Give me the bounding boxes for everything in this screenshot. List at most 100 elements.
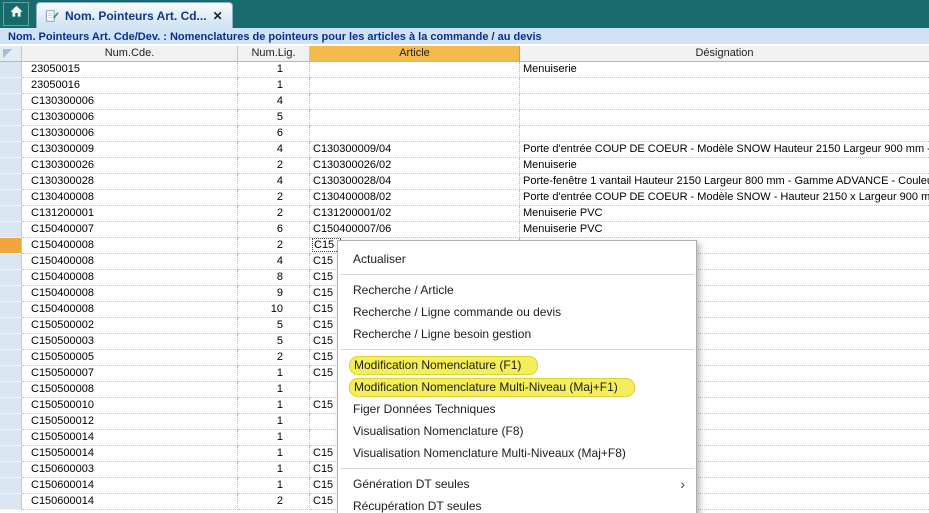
cell-num-cde[interactable]: C130300006 xyxy=(22,94,238,110)
context-menu-item[interactable]: Figer Données Techniques xyxy=(338,398,696,420)
cell-num-lig[interactable]: 1 xyxy=(238,382,310,398)
cell-article[interactable]: C150400007/06 xyxy=(310,222,520,238)
column-header-num-lig[interactable]: Num.Lig. xyxy=(238,46,310,62)
row-selector[interactable] xyxy=(0,190,22,206)
cell-article[interactable] xyxy=(310,62,520,78)
context-menu-item[interactable]: Génération DT seules› xyxy=(338,473,696,495)
cell-num-cde[interactable]: C150600003 xyxy=(22,462,238,478)
cell-article[interactable] xyxy=(310,126,520,142)
row-selector[interactable] xyxy=(0,350,22,366)
cell-num-cde[interactable]: C150500014 xyxy=(22,446,238,462)
row-selector[interactable] xyxy=(0,286,22,302)
cell-designation[interactable]: Porte d'entrée COUP DE COEUR - Modèle SN… xyxy=(520,190,929,206)
cell-num-lig[interactable]: 10 xyxy=(238,302,310,318)
cell-num-cde[interactable]: C130300026 xyxy=(22,158,238,174)
row-selector[interactable] xyxy=(0,78,22,94)
cell-designation[interactable]: Menuiserie PVC xyxy=(520,206,929,222)
table-row[interactable]: C130300006 5 xyxy=(0,110,929,126)
cell-article[interactable] xyxy=(310,110,520,126)
context-menu-item[interactable]: Recherche / Article xyxy=(338,279,696,301)
cell-num-lig[interactable]: 2 xyxy=(238,190,310,206)
cell-num-lig[interactable]: 2 xyxy=(238,238,310,254)
context-menu-item[interactable]: Visualisation Nomenclature (F8) xyxy=(338,420,696,442)
row-selector[interactable] xyxy=(0,254,22,270)
cell-designation[interactable] xyxy=(520,126,929,142)
table-row[interactable]: C131200001 2 C131200001/02 Menuiserie PV… xyxy=(0,206,929,222)
cell-num-lig[interactable]: 5 xyxy=(238,318,310,334)
cell-num-lig[interactable]: 2 xyxy=(238,206,310,222)
table-row[interactable]: C130300009 4 C130300009/04 Porte d'entré… xyxy=(0,142,929,158)
cell-designation[interactable] xyxy=(520,78,929,94)
context-menu-item[interactable]: Recherche / Ligne commande ou devis xyxy=(338,301,696,323)
cell-num-cde[interactable]: C150400008 xyxy=(22,302,238,318)
table-row[interactable]: 23050016 1 xyxy=(0,78,929,94)
cell-article[interactable]: C130300026/02 xyxy=(310,158,520,174)
cell-num-lig[interactable]: 1 xyxy=(238,62,310,78)
cell-num-lig[interactable]: 1 xyxy=(238,78,310,94)
table-row[interactable]: 23050015 1 Menuiserie xyxy=(0,62,929,78)
row-selector[interactable] xyxy=(0,414,22,430)
table-row[interactable]: C150400007 6 C150400007/06 Menuiserie PV… xyxy=(0,222,929,238)
cell-num-lig[interactable]: 1 xyxy=(238,366,310,382)
row-selector[interactable] xyxy=(0,222,22,238)
row-selector[interactable] xyxy=(0,366,22,382)
tab-nom-pointeurs[interactable]: Nom. Pointeurs Art. Cd... ✕ xyxy=(36,2,233,28)
cell-num-lig[interactable]: 2 xyxy=(238,158,310,174)
cell-num-cde[interactable]: C150500014 xyxy=(22,430,238,446)
cell-article[interactable] xyxy=(310,94,520,110)
cell-num-lig[interactable]: 1 xyxy=(238,462,310,478)
cell-num-cde[interactable]: C150500005 xyxy=(22,350,238,366)
cell-num-cde[interactable]: C130400008 xyxy=(22,190,238,206)
row-selector[interactable] xyxy=(0,494,22,510)
row-selector[interactable] xyxy=(0,174,22,190)
cell-num-lig[interactable]: 1 xyxy=(238,478,310,494)
row-selector[interactable] xyxy=(0,398,22,414)
row-selector[interactable] xyxy=(0,446,22,462)
cell-num-cde[interactable]: C150500002 xyxy=(22,318,238,334)
row-selector[interactable] xyxy=(0,110,22,126)
cell-article[interactable]: C130300028/04 xyxy=(310,174,520,190)
cell-num-lig[interactable]: 5 xyxy=(238,110,310,126)
row-selector[interactable] xyxy=(0,430,22,446)
row-selector[interactable] xyxy=(0,238,22,254)
context-menu-item[interactable]: Récupération DT seules xyxy=(338,495,696,513)
cell-num-cde[interactable]: C130300028 xyxy=(22,174,238,190)
row-selector[interactable] xyxy=(0,94,22,110)
context-menu-item[interactable]: Visualisation Nomenclature Multi-Niveaux… xyxy=(338,442,696,464)
cell-article[interactable] xyxy=(310,78,520,94)
cell-num-lig[interactable]: 4 xyxy=(238,142,310,158)
row-selector[interactable] xyxy=(0,318,22,334)
column-header-designation[interactable]: Désignation xyxy=(520,46,929,62)
cell-num-cde[interactable]: C150500007 xyxy=(22,366,238,382)
cell-num-lig[interactable]: 6 xyxy=(238,222,310,238)
column-header-num-cde[interactable]: Num.Cde. xyxy=(22,46,238,62)
cell-designation[interactable]: Menuiserie xyxy=(520,62,929,78)
cell-article[interactable]: C131200001/02 xyxy=(310,206,520,222)
cell-num-cde[interactable]: 23050016 xyxy=(22,78,238,94)
cell-num-lig[interactable]: 1 xyxy=(238,414,310,430)
row-selector[interactable] xyxy=(0,382,22,398)
cell-num-cde[interactable]: C150500003 xyxy=(22,334,238,350)
context-menu-item[interactable]: Modification Nomenclature (F1) xyxy=(338,354,696,376)
table-row[interactable]: C130400008 2 C130400008/02 Porte d'entré… xyxy=(0,190,929,206)
cell-num-cde[interactable]: C130300006 xyxy=(22,110,238,126)
cell-num-cde[interactable]: C131200001 xyxy=(22,206,238,222)
cell-num-cde[interactable]: 23050015 xyxy=(22,62,238,78)
cell-num-lig[interactable]: 2 xyxy=(238,494,310,510)
context-menu-item[interactable]: Recherche / Ligne besoin gestion xyxy=(338,323,696,345)
home-button[interactable] xyxy=(3,2,29,26)
cell-num-lig[interactable]: 4 xyxy=(238,174,310,190)
cell-num-lig[interactable]: 1 xyxy=(238,398,310,414)
cell-num-cde[interactable]: C150400008 xyxy=(22,254,238,270)
cell-num-cde[interactable]: C150400008 xyxy=(22,270,238,286)
cell-designation[interactable]: Menuiserie xyxy=(520,158,929,174)
row-selector[interactable] xyxy=(0,478,22,494)
cell-num-lig[interactable]: 1 xyxy=(238,446,310,462)
cell-designation[interactable]: Menuiserie PVC xyxy=(520,222,929,238)
row-selector[interactable] xyxy=(0,334,22,350)
row-selector[interactable] xyxy=(0,142,22,158)
cell-article[interactable]: C130300009/04 xyxy=(310,142,520,158)
cell-num-lig[interactable]: 9 xyxy=(238,286,310,302)
row-selector[interactable] xyxy=(0,302,22,318)
cell-num-cde[interactable]: C130300006 xyxy=(22,126,238,142)
